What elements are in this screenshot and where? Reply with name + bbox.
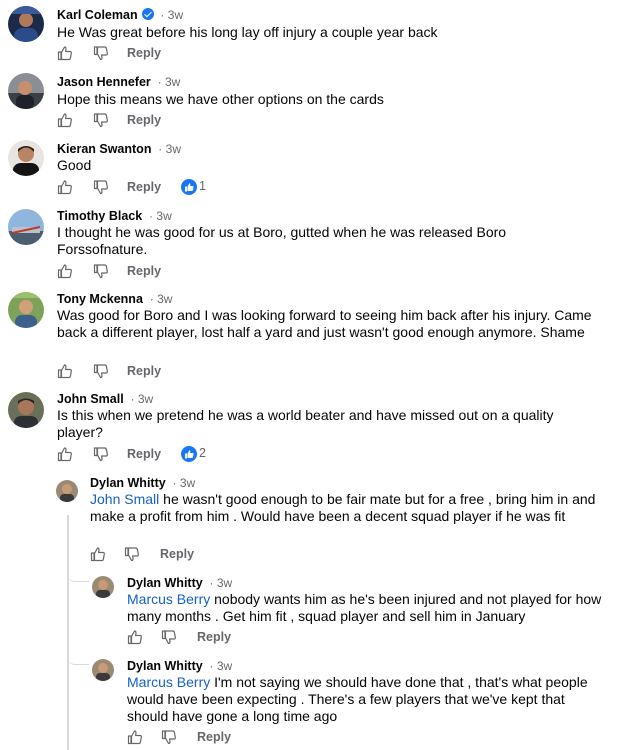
- comment-text: He Was great before his long lay off inj…: [57, 24, 438, 40]
- mention-link[interactable]: Marcus Berry: [127, 591, 210, 607]
- dislike-icon[interactable]: [93, 45, 109, 61]
- comment-actions: Reply: [57, 45, 257, 65]
- author-name[interactable]: Timothy Black: [57, 209, 142, 223]
- thread-connector-curve: [67, 565, 89, 582]
- reply-button[interactable]: Reply: [160, 547, 194, 561]
- mention-link[interactable]: Marcus Berry: [127, 674, 210, 690]
- comment-actions: Reply 1: [57, 179, 257, 199]
- comment-actions: Reply: [127, 629, 327, 649]
- like-reaction-icon: [181, 446, 197, 462]
- author-name[interactable]: Tony Mckenna: [57, 292, 143, 306]
- like-icon[interactable]: [57, 446, 73, 462]
- reply-button[interactable]: Reply: [127, 264, 161, 278]
- avatar[interactable]: [8, 73, 44, 109]
- like-icon[interactable]: [57, 179, 73, 195]
- comment-author[interactable]: Timothy Black · 3w: [57, 209, 172, 223]
- comment-actions: Reply: [57, 112, 257, 132]
- comment-author[interactable]: John Small · 3w: [57, 392, 153, 406]
- author-name[interactable]: Karl Coleman: [57, 8, 138, 22]
- dislike-icon[interactable]: [161, 729, 177, 745]
- dislike-icon[interactable]: [93, 446, 109, 462]
- thread-connector: [67, 515, 69, 750]
- comment-actions: Reply 2: [57, 446, 257, 466]
- comment-timestamp[interactable]: · 3w: [169, 476, 196, 490]
- reply-button[interactable]: Reply: [127, 364, 161, 378]
- comment-text: Hope this means we have other options on…: [57, 91, 384, 107]
- thread-connector-curve: [67, 648, 89, 665]
- author-name[interactable]: Dylan Whitty: [127, 659, 203, 673]
- author-name[interactable]: Dylan Whitty: [127, 576, 203, 590]
- comment-timestamp[interactable]: · 3w: [146, 209, 172, 223]
- comment-author[interactable]: Dylan Whitty · 3w: [90, 476, 195, 490]
- verified-badge-icon: [141, 8, 154, 20]
- comment-author[interactable]: Kieran Swanton · 3w: [57, 142, 181, 156]
- avatar[interactable]: [92, 576, 114, 598]
- reply-button[interactable]: Reply: [127, 113, 161, 127]
- like-icon[interactable]: [90, 546, 106, 562]
- like-icon[interactable]: [57, 45, 73, 61]
- comment-actions: Reply: [90, 546, 290, 566]
- comment-timestamp[interactable]: · 3w: [157, 8, 183, 22]
- comment-text: I thought he was good for us at Boro, gu…: [57, 224, 507, 257]
- reply-button[interactable]: Reply: [197, 730, 231, 744]
- reply-button[interactable]: Reply: [197, 630, 231, 644]
- comment-timestamp[interactable]: · 3w: [146, 292, 173, 306]
- comment-timestamp[interactable]: · 3w: [206, 576, 233, 590]
- avatar[interactable]: [8, 392, 44, 428]
- comment-author[interactable]: Karl Coleman · 3w: [57, 8, 183, 22]
- comment-text: Was good for Boro and I was looking forw…: [57, 307, 592, 340]
- author-name[interactable]: John Small: [57, 392, 124, 406]
- comment-author[interactable]: Dylan Whitty · 3w: [127, 659, 232, 673]
- reply-button[interactable]: Reply: [127, 46, 161, 60]
- mention-link[interactable]: John Small: [90, 491, 159, 507]
- comment-text: Is this when we pretend he was a world b…: [57, 407, 554, 440]
- avatar[interactable]: [8, 6, 44, 42]
- reply-button[interactable]: Reply: [127, 180, 161, 194]
- comment-timestamp[interactable]: · 3w: [154, 75, 181, 89]
- like-icon[interactable]: [57, 363, 73, 379]
- like-icon[interactable]: [127, 729, 143, 745]
- comment-timestamp[interactable]: · 3w: [206, 659, 233, 673]
- like-reaction-icon: [181, 179, 197, 195]
- comment-timestamp[interactable]: · 3w: [155, 142, 181, 156]
- dislike-icon[interactable]: [93, 179, 109, 195]
- dislike-icon[interactable]: [93, 112, 109, 128]
- avatar[interactable]: [8, 140, 44, 176]
- comment-author[interactable]: Dylan Whitty · 3w: [127, 576, 232, 590]
- reply-button[interactable]: Reply: [127, 447, 161, 461]
- author-name[interactable]: Dylan Whitty: [90, 476, 166, 490]
- comment-author[interactable]: Tony Mckenna · 3w: [57, 292, 172, 306]
- comment-timestamp[interactable]: · 3w: [127, 392, 154, 406]
- author-name[interactable]: Kieran Swanton: [57, 142, 151, 156]
- dislike-icon[interactable]: [93, 363, 109, 379]
- author-name[interactable]: Jason Hennefer: [57, 75, 151, 89]
- comment-actions: Reply: [57, 363, 257, 383]
- comment-actions: Reply: [127, 729, 327, 749]
- avatar[interactable]: [92, 659, 114, 681]
- comment-text: Good: [57, 157, 92, 173]
- comment-text: John Small he wasn't good enough to be f…: [90, 491, 596, 524]
- dislike-icon[interactable]: [93, 263, 109, 279]
- comment-text: Marcus Berry nobody wants him as he's be…: [127, 591, 602, 624]
- dislike-icon[interactable]: [124, 546, 140, 562]
- like-icon[interactable]: [57, 263, 73, 279]
- avatar[interactable]: [56, 480, 78, 502]
- avatar[interactable]: [8, 209, 44, 245]
- avatar[interactable]: [8, 292, 44, 328]
- comment-text: Marcus Berry I'm not saying we should ha…: [127, 674, 588, 724]
- dislike-icon[interactable]: [161, 629, 177, 645]
- like-icon[interactable]: [127, 629, 143, 645]
- like-icon[interactable]: [57, 112, 73, 128]
- comment-author[interactable]: Jason Hennefer · 3w: [57, 75, 180, 89]
- comment-actions: Reply: [57, 263, 257, 283]
